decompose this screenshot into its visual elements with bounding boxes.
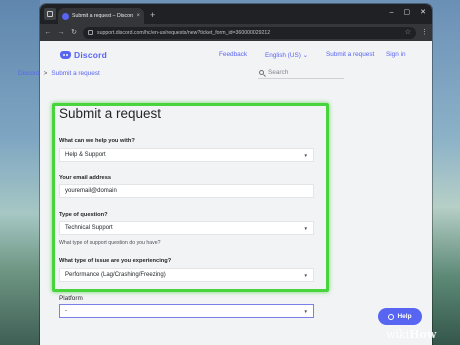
- window-controls: – ▢ ✕: [390, 9, 426, 17]
- platform-select[interactable]: - ▼: [59, 304, 314, 318]
- email-field[interactable]: youremail@domain: [59, 184, 314, 198]
- help-button[interactable]: Help: [378, 308, 422, 325]
- close-window-icon[interactable]: ✕: [420, 9, 426, 17]
- chevron-down-icon: ▼: [303, 273, 308, 278]
- chevron-down-icon: ▼: [303, 226, 308, 231]
- search-icon: [259, 70, 264, 75]
- url-text[interactable]: support.discord.com/hc/en-us/requests/ne…: [97, 30, 401, 36]
- discord-favicon-icon: [62, 12, 69, 20]
- platform-label: Platform: [59, 295, 83, 302]
- email-value: youremail@domain: [65, 188, 117, 194]
- email-label: Your email address: [59, 175, 112, 181]
- watermark-wiki: wiki: [386, 328, 410, 341]
- minimize-icon[interactable]: –: [390, 9, 394, 17]
- issue-type-label: What type of issue are you experiencing?: [59, 258, 172, 264]
- search-placeholder: Search: [268, 69, 289, 76]
- header-nav: Feedback English (US) ⌄ Submit a request…: [40, 51, 432, 61]
- breadcrumb-home[interactable]: Discord: [18, 70, 40, 77]
- help-topic-value: Help & Support: [65, 152, 106, 158]
- desktop-wallpaper-left: [0, 0, 40, 345]
- help-topic-label: What can we help you with?: [59, 138, 135, 144]
- chevron-down-icon: ▼: [303, 309, 308, 314]
- issue-type-select[interactable]: Performance (Lag/Crashing/Freezing) ▼: [59, 268, 314, 282]
- question-type-select[interactable]: Technical Support ▼: [59, 221, 314, 235]
- site-info-icon[interactable]: [88, 30, 93, 35]
- new-tab-button[interactable]: +: [150, 11, 155, 20]
- search-input[interactable]: Search: [258, 67, 344, 79]
- watermark-how: How: [409, 328, 437, 341]
- question-type-hint: What type of support question do you hav…: [59, 240, 161, 246]
- platform-value: -: [65, 308, 67, 314]
- breadcrumb-current[interactable]: Submit a request: [51, 70, 99, 77]
- nav-feedback[interactable]: Feedback: [219, 51, 247, 58]
- reload-icon[interactable]: ↻: [70, 29, 78, 37]
- breadcrumb: Discord > Submit a request: [18, 70, 100, 77]
- chevron-down-icon: ▼: [303, 153, 308, 158]
- browser-tab[interactable]: Submit a request – Discord ×: [58, 8, 144, 24]
- help-topic-select[interactable]: Help & Support ▼: [59, 148, 314, 162]
- back-icon[interactable]: ←: [44, 29, 52, 37]
- bookmark-star-icon[interactable]: ☆: [405, 29, 411, 36]
- site-header: Discord Feedback English (US) ⌄ Submit a…: [40, 41, 432, 69]
- forward-icon[interactable]: →: [57, 29, 65, 37]
- help-icon: [388, 313, 395, 320]
- address-bar[interactable]: support.discord.com/hc/en-us/requests/ne…: [83, 26, 416, 39]
- question-type-label: Type of question?: [59, 212, 108, 218]
- nav-sign-in[interactable]: Sign in: [386, 51, 406, 58]
- tab-bar: Submit a request – Discord × + – ▢ ✕: [40, 4, 432, 24]
- tab-title: Submit a request – Discord: [72, 13, 134, 19]
- desktop-wallpaper-right: [430, 0, 460, 345]
- help-button-label: Help: [397, 313, 412, 320]
- question-type-value: Technical Support: [65, 225, 113, 231]
- tab-close-icon[interactable]: ×: [136, 13, 140, 19]
- wikihow-watermark: wikiHow: [386, 328, 436, 341]
- tab-search-icon[interactable]: [44, 8, 56, 20]
- browser-toolbar: ← → ↻ support.discord.com/hc/en-us/reque…: [40, 24, 432, 41]
- nav-submit-request[interactable]: Submit a request: [326, 51, 374, 58]
- nav-language[interactable]: English (US) ⌄: [265, 51, 308, 59]
- page-title: Submit a request: [59, 106, 162, 121]
- browser-menu-icon[interactable]: ⋮: [421, 29, 428, 36]
- maximize-icon[interactable]: ▢: [404, 9, 411, 17]
- issue-type-value: Performance (Lag/Crashing/Freezing): [65, 272, 166, 278]
- breadcrumb-separator: >: [43, 70, 48, 77]
